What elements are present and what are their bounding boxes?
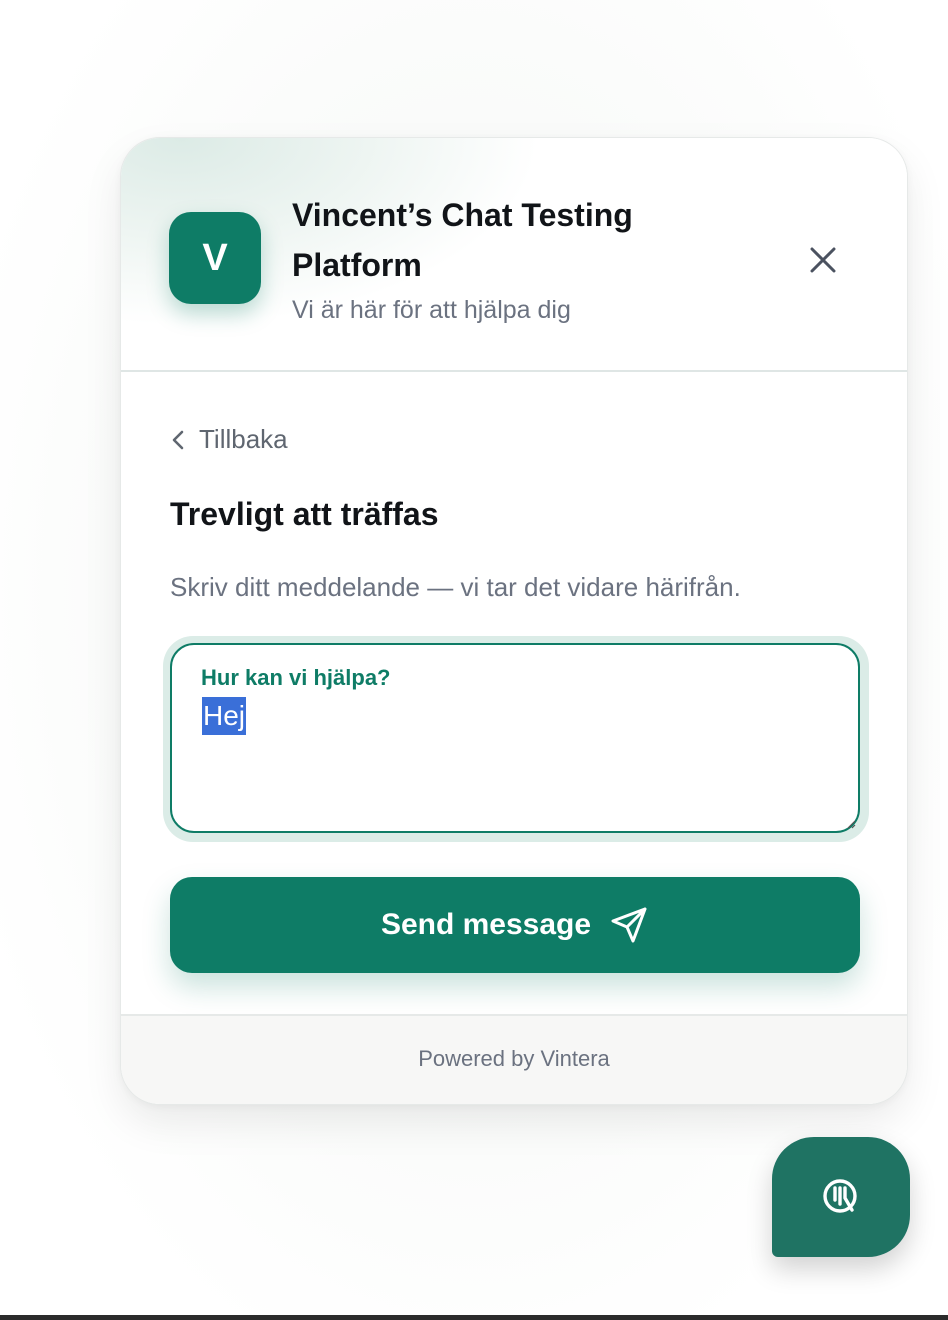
section-heading: Trevligt att träffas bbox=[170, 496, 439, 532]
widget-title: Vincent’s Chat Testing Platform bbox=[292, 197, 633, 283]
close-icon bbox=[810, 247, 836, 273]
back-label: Tillbaka bbox=[199, 424, 288, 454]
chat-launcher-button[interactable] bbox=[772, 1137, 910, 1257]
avatar-letter: V bbox=[202, 236, 228, 279]
page: V Vincent’s Chat Testing Platform Vi är … bbox=[0, 0, 948, 1320]
chevron-left-icon bbox=[172, 430, 184, 449]
avatar: V bbox=[169, 212, 261, 304]
close-button[interactable] bbox=[801, 238, 845, 282]
widget-header: V Vincent’s Chat Testing Platform Vi är … bbox=[121, 138, 907, 372]
send-icon bbox=[611, 907, 647, 943]
message-field-label: Hur kan vi hjälpa? bbox=[201, 665, 391, 690]
chat-launcher-icon bbox=[823, 1179, 857, 1213]
bottom-edge-bar bbox=[0, 1315, 948, 1320]
send-message-button[interactable]: Send message bbox=[170, 877, 860, 973]
section-description: Skriv ditt meddelande — vi tar det vidar… bbox=[170, 572, 741, 602]
resize-grip-icon[interactable] bbox=[844, 817, 856, 829]
message-textarea[interactable]: Hur kan vi hjälpa? Hej bbox=[170, 643, 860, 833]
message-field-value[interactable]: Hej bbox=[202, 697, 247, 735]
back-link[interactable]: Tillbaka bbox=[171, 424, 288, 455]
chat-widget: V Vincent’s Chat Testing Platform Vi är … bbox=[120, 137, 908, 1105]
powered-by-text: Powered by Vintera bbox=[418, 1046, 610, 1071]
send-message-label: Send message bbox=[380, 908, 592, 941]
widget-footer: Powered by Vintera bbox=[121, 1014, 907, 1104]
widget-subtitle: Vi är här för att hjälpa dig bbox=[292, 296, 571, 324]
